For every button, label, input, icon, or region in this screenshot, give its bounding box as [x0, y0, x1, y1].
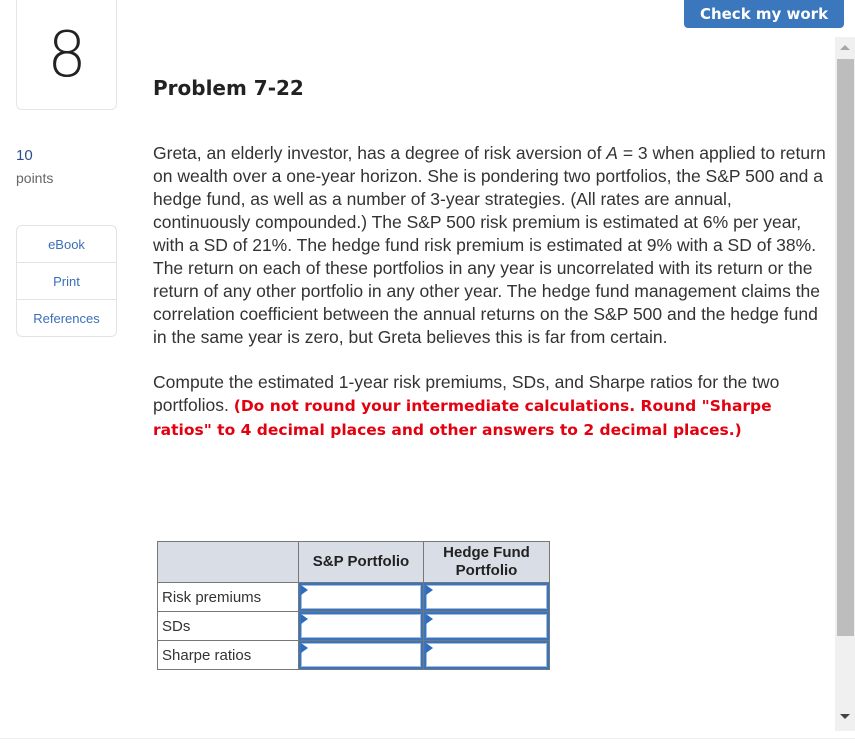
ebook-link[interactable]: eBook [17, 226, 116, 263]
sp-risk-premium-cell [298, 582, 424, 612]
scrollbar-thumb[interactable] [837, 59, 854, 636]
question-text-start: Greta, an elderly investor, has a degree… [153, 143, 607, 163]
hf-sharpe-cell [423, 640, 550, 670]
hf-sd-input[interactable] [424, 612, 549, 640]
table-row: Risk premiums [157, 582, 550, 612]
hf-risk-premium-cell [423, 582, 550, 612]
resource-links: eBook Print References [16, 225, 117, 337]
vertical-scrollbar[interactable] [835, 37, 855, 731]
question-number-box: 8 [16, 0, 117, 110]
rounding-instruction: (Do not round your intermediate calculat… [153, 397, 772, 439]
scroll-down-arrow-icon[interactable] [840, 714, 850, 719]
question-number: 8 [47, 17, 86, 91]
sp-sharpe-cell [298, 640, 424, 670]
question-text-rest: = 3 when applied to return on wealth ove… [153, 143, 826, 347]
hf-sd-cell [423, 611, 550, 641]
header-hedge-fund-portfolio: Hedge Fund Portfolio [423, 541, 550, 583]
table-row: SDs [157, 611, 550, 641]
question-paragraph: Greta, an elderly investor, has a degree… [153, 142, 828, 349]
references-link[interactable]: References [17, 300, 116, 336]
bottom-divider [0, 738, 855, 739]
points-label: points [16, 170, 54, 186]
variable-a: A [606, 143, 618, 163]
problem-title: Problem 7-22 [153, 76, 304, 100]
answer-table: S&P Portfolio Hedge Fund Portfolio Risk … [157, 541, 550, 670]
header-sp-portfolio: S&P Portfolio [298, 541, 424, 583]
hf-risk-premium-input[interactable] [424, 583, 549, 611]
points-value: 10 [16, 147, 33, 164]
sp-sd-cell [298, 611, 424, 641]
row-label-risk-premiums: Risk premiums [157, 582, 299, 612]
hf-sharpe-input[interactable] [424, 641, 549, 669]
sp-sd-input[interactable] [299, 612, 423, 640]
row-label-sds: SDs [157, 611, 299, 641]
question-body: Greta, an elderly investor, has a degree… [153, 142, 828, 442]
check-my-work-button[interactable]: Check my work [684, 0, 844, 28]
sp-risk-premium-input[interactable] [299, 583, 423, 611]
print-link[interactable]: Print [17, 263, 116, 300]
header-blank [157, 541, 299, 583]
row-label-sharpe-ratios: Sharpe ratios [157, 640, 299, 670]
sp-sharpe-input[interactable] [299, 641, 423, 669]
table-row: Sharpe ratios [157, 640, 550, 670]
table-header-row: S&P Portfolio Hedge Fund Portfolio [157, 541, 550, 583]
scroll-up-arrow-icon[interactable] [840, 45, 850, 50]
instructions-paragraph: Compute the estimated 1-year risk premiu… [153, 371, 828, 442]
